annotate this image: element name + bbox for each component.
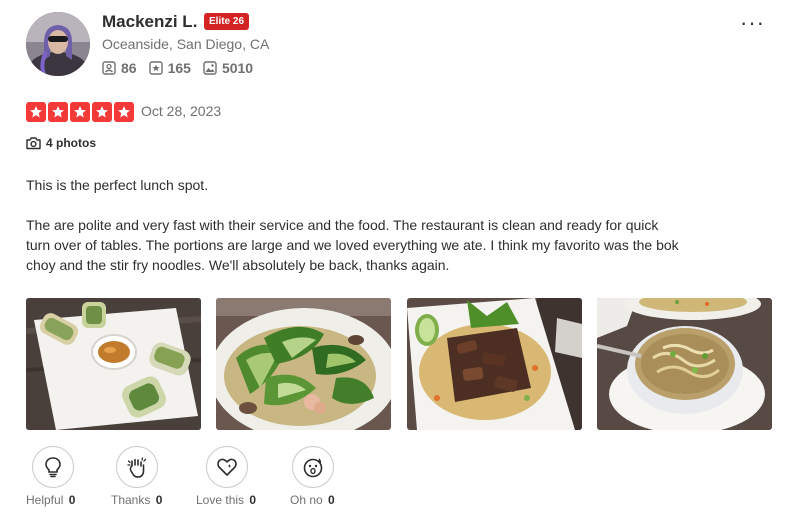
helpful-label: Helpful 0	[26, 493, 76, 507]
photos-stat: 5010	[203, 60, 253, 76]
friends-icon	[102, 61, 116, 75]
helpful-count: 0	[68, 493, 76, 507]
review-photo-beef-rice[interactable]	[407, 298, 582, 430]
review-date: Oct 28, 2023	[141, 103, 222, 119]
photos-link[interactable]: 4 photos	[26, 136, 96, 150]
reviews-count: 165	[167, 60, 191, 76]
reviews-stat: 165	[148, 60, 191, 76]
ohno-count: 0	[328, 493, 335, 507]
surprised-face-icon	[303, 458, 323, 478]
helpful-reaction[interactable]: Helpful 0	[26, 446, 75, 507]
review-photo-bok-choy[interactable]	[216, 298, 391, 430]
rating-star-icon	[70, 102, 90, 122]
rating-star-icon	[48, 102, 68, 122]
clap-hands-icon	[127, 457, 147, 478]
photo-icon	[203, 61, 217, 75]
user-avatar[interactable]	[26, 12, 90, 76]
friends-count: 86	[121, 60, 137, 76]
review-photo-spring-rolls[interactable]	[26, 298, 201, 430]
review-paragraph: The are polite and very fast with their …	[26, 217, 679, 273]
rating-star-icon	[114, 102, 134, 122]
friends-stat: 86	[102, 60, 137, 76]
user-name[interactable]: Mackenzi L.	[102, 12, 197, 32]
ohno-label: Oh no 0	[290, 493, 335, 507]
helpful-button[interactable]	[32, 446, 74, 488]
ohno-button[interactable]	[292, 446, 334, 488]
ohno-reaction[interactable]: Oh no 0	[290, 446, 335, 507]
review-star-icon	[148, 61, 163, 75]
elite-badge: Elite 26	[204, 13, 250, 30]
star-rating	[26, 102, 136, 122]
heart-icon	[217, 458, 237, 476]
review-paragraph: This is the perfect lunch spot.	[26, 177, 209, 193]
love-button[interactable]	[206, 446, 248, 488]
lightbulb-icon	[45, 457, 61, 478]
user-location: Oceanside, San Diego, CA	[102, 36, 270, 52]
user-stats: 86 165 5010	[102, 60, 265, 76]
rating-star-icon	[92, 102, 112, 122]
love-reaction[interactable]: Love this 0	[196, 446, 256, 507]
more-options-icon[interactable]: ···	[740, 12, 765, 34]
love-label: Love this 0	[196, 493, 257, 507]
thanks-button[interactable]	[116, 446, 158, 488]
photos-link-label: 4 photos	[46, 136, 96, 150]
review-photo-noodle-soup[interactable]	[597, 298, 772, 430]
photos-count: 5010	[221, 60, 254, 76]
rating-star-icon	[26, 102, 46, 122]
thanks-count: 0	[155, 493, 163, 507]
thanks-label: Thanks 0	[111, 493, 163, 507]
camera-icon	[26, 137, 41, 150]
review-text: This is the perfect lunch spot. The are …	[26, 175, 686, 295]
thanks-reaction[interactable]: Thanks 0	[111, 446, 162, 507]
love-count: 0	[249, 493, 257, 507]
